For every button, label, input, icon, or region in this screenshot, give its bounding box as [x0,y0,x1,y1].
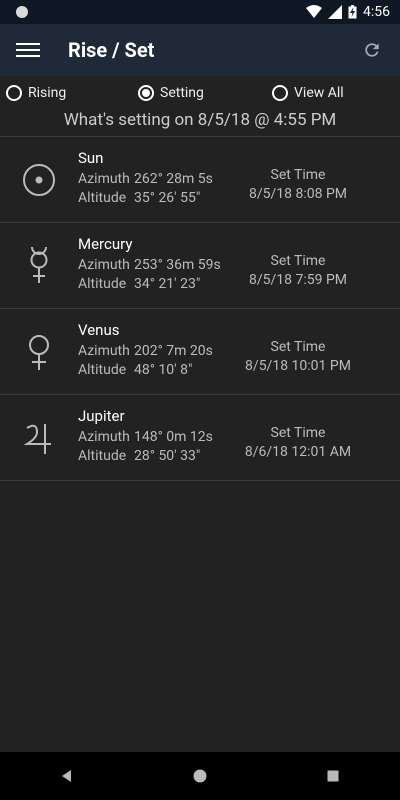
filter-radio-group: Rising Setting View All [0,76,400,110]
list-item[interactable]: Mercury Azimuth 253° 36m 59s Altitude 34° … [0,223,400,309]
back-icon[interactable] [59,768,75,784]
status-bar: 4:56 [0,0,400,24]
wifi-icon [306,5,322,18]
set-time-label: Set Time [270,425,326,441]
menu-icon[interactable] [16,38,40,62]
signal-icon [328,5,342,19]
set-time-label: Set Time [270,253,326,269]
list-item[interactable]: Venus Azimuth 202° 7m 20s Altitude 48° 10'… [0,309,400,395]
recents-icon[interactable] [325,768,341,784]
body-name: Jupiter [78,407,125,425]
app-bar: Rise / Set [0,24,400,76]
radio-label: View All [294,85,344,101]
radio-label: Rising [28,85,67,101]
radio-circle-icon[interactable] [272,85,288,101]
body-list: Sun Azimuth 262° 28m 5s Altitude 35° 26' 5… [0,137,400,481]
set-time-value: 8/5/18 10:01 PM [245,358,351,374]
list-item[interactable]: Jupiter Azimuth 148° 0m 12s Altitude 28° 5… [0,395,400,481]
notification-dot-icon [16,6,28,18]
radio-checked-icon[interactable] [138,85,154,101]
battery-icon [348,5,357,19]
headline: What's setting on 8/5/18 @ 4:55 PM [0,110,400,137]
altitude-label: Altitude [78,189,127,206]
refresh-icon[interactable] [360,38,384,62]
sun-icon [23,163,55,196]
set-time-value: 8/5/18 7:59 PM [248,272,348,288]
radio-setting[interactable]: Setting [138,85,272,101]
set-time-label: Set Time [270,167,326,183]
jupiter-icon [23,423,51,454]
system-nav-bar [0,752,400,800]
azimuth-label: Azimuth [78,256,130,273]
body-name: Venus [78,321,120,339]
status-time: 4:56 [363,4,390,20]
set-time-label: Set Time [270,339,326,355]
mercury-icon [30,246,48,283]
radio-rising[interactable]: Rising [6,85,138,101]
body-name: Mercury [78,235,133,253]
altitude-label: Altitude [78,447,127,464]
altitude-label: Altitude [78,361,127,378]
list-item[interactable]: Sun Azimuth 262° 28m 5s Altitude 35° 26' 5… [0,137,400,223]
azimuth-label: Azimuth [78,170,130,187]
azimuth-label: Azimuth [78,428,130,445]
set-time-value: 8/5/18 8:08 PM [248,186,348,202]
radio-label: Setting [160,85,204,101]
set-time-value: 8/6/18 12:01 AM [244,444,352,460]
page-title: Rise / Set [68,38,155,62]
venus-icon [29,334,49,370]
body-name: Sun [78,149,104,167]
altitude-label: Altitude [78,275,127,292]
radio-circle-icon[interactable] [6,85,22,101]
azimuth-label: Azimuth [78,342,130,359]
home-icon[interactable] [192,768,208,784]
radio-view-all[interactable]: View All [272,85,344,101]
